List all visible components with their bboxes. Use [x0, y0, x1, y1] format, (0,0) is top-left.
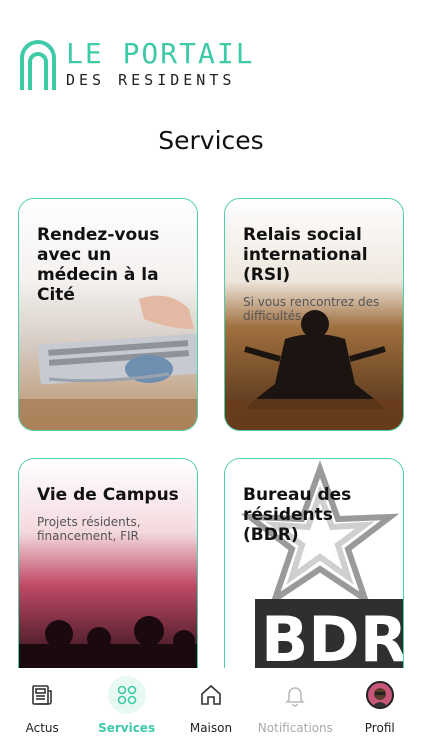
card-subtitle: Projets résidents, financement, FIR — [37, 515, 141, 543]
bell-icon — [276, 676, 314, 714]
service-card-medecin[interactable]: Rendez-vous avec un médecin à la Cité — [18, 198, 198, 431]
card-title: Relais social international (RSI) — [243, 225, 368, 285]
service-card-vie-campus[interactable]: Vie de Campus Projets résidents, finance… — [18, 458, 198, 668]
house-icon — [192, 676, 230, 714]
nav-label: Profil — [364, 721, 395, 735]
logo-arch-icon — [18, 38, 58, 90]
avatar — [365, 681, 394, 709]
nav-label: Notifications — [257, 721, 333, 735]
page-title: Services — [158, 126, 264, 155]
card-title: Rendez-vous avec un médecin à la Cité — [37, 225, 160, 305]
card-subtitle: Si vous rencontrez des difficultés — [243, 295, 380, 323]
card-title: Bureau des résidents (BDR) — [243, 485, 352, 545]
grid-circles-icon — [107, 676, 146, 714]
nav-item-profil[interactable]: Profil — [338, 668, 422, 750]
nav-item-maison[interactable]: Maison — [169, 668, 253, 750]
service-card-bdr[interactable]: BDR Bureau des résidents (BDR) — [224, 458, 404, 668]
card-title: Vie de Campus — [37, 485, 179, 505]
bdr-logo-lettering: BDR — [261, 603, 404, 668]
newspaper-icon — [23, 676, 61, 714]
service-card-rsi[interactable]: Relais social international (RSI) Si vou… — [224, 198, 404, 431]
nav-label: Services — [98, 721, 156, 735]
nav-item-actus[interactable]: Actus — [0, 668, 84, 750]
logo-subtitle: DES RESIDENTS — [66, 71, 236, 89]
nav-item-services[interactable]: Services — [85, 668, 169, 750]
nav-item-notifications[interactable]: Notifications — [253, 668, 337, 750]
logo-title: LE PORTAIL — [66, 37, 255, 70]
nav-label: Actus — [25, 721, 59, 735]
nav-label: Maison — [189, 721, 233, 735]
bottom-nav: Actus Services Maison Notifications Prof… — [0, 668, 422, 750]
app-logo: LE PORTAIL DES RESIDENTS — [18, 36, 255, 92]
